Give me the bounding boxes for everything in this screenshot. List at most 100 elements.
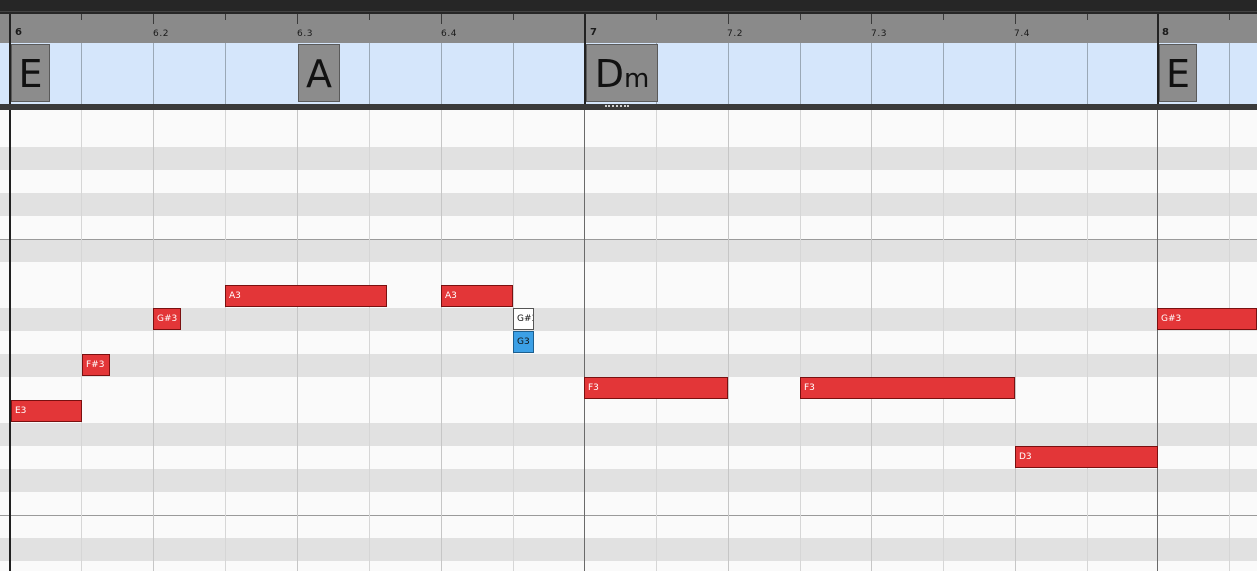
chord-grid-line: [728, 43, 729, 104]
ruler-label-bar-6: 6: [15, 27, 23, 38]
ruler-tick: [369, 14, 370, 20]
pitch-lane-f#3: [0, 354, 1257, 377]
pitch-lane-g3-region: [0, 331, 1257, 354]
midi-note[interactable]: F#3: [82, 354, 110, 376]
midi-note[interactable]: A3: [441, 285, 513, 307]
pitch-lane-d#3: [0, 423, 1257, 446]
ruler-label-bar-7: 7: [590, 27, 598, 38]
pitch-lane-a#2: [0, 538, 1257, 561]
grid-line: [800, 110, 801, 571]
grid-line: [728, 110, 729, 571]
ruler-bar-tick: [9, 14, 11, 43]
pitch-lane-g3: [0, 216, 1257, 239]
chord-grid-line: [153, 43, 154, 104]
midi-note-ghost[interactable]: G3: [513, 331, 534, 353]
chord-grid-line: [369, 43, 370, 104]
chord-grid-line: [1229, 43, 1230, 104]
chord-root: A: [306, 52, 332, 96]
piano-roll-grid[interactable]: E3 F#3 G#3 A3 A3 G#3 G3 F3 F3 D3 G#3: [0, 110, 1257, 571]
midi-note[interactable]: G#3: [153, 308, 181, 330]
chord-suffix: m: [623, 64, 650, 94]
ruler-tick: [1087, 14, 1088, 20]
chord-root: E: [1165, 52, 1190, 96]
chord-root: E: [18, 52, 43, 96]
pitch-lane-a2: [0, 561, 1257, 571]
bar-line: [1157, 110, 1158, 571]
ruler-bar-tick: [1157, 14, 1159, 43]
pitch-lane-g#3-region: [0, 308, 1257, 331]
chord-grid-line: [225, 43, 226, 104]
ruler-label-bar-8: 8: [1162, 27, 1170, 38]
ruler-tick: [441, 14, 442, 24]
bar-line: [584, 110, 585, 571]
octave-line: [0, 515, 1257, 516]
ruler-label: 7.2: [727, 29, 744, 39]
pitch-lane-b3: [0, 124, 1257, 147]
ruler-tick: [513, 14, 514, 20]
chord-event[interactable]: A: [298, 44, 340, 102]
pitch-lane-a#3: [0, 147, 1257, 170]
midi-note[interactable]: E3: [11, 400, 82, 422]
grid-line: [1015, 110, 1016, 571]
chord-grid-line: [800, 43, 801, 104]
midi-note[interactable]: A3: [225, 285, 387, 307]
ruler-tick: [656, 14, 657, 20]
pitch-lane-a3-region: [0, 285, 1257, 308]
chord-grid-line: [81, 43, 82, 104]
ruler-tick: [800, 14, 801, 20]
chord-grid-line: [1015, 43, 1016, 104]
chord-grid-line: [943, 43, 944, 104]
left-edge-line: [9, 110, 11, 571]
ruler-tick: [943, 14, 944, 20]
grid-line: [297, 110, 298, 571]
ruler-tick: [297, 14, 298, 24]
pitch-lane-c#3: [0, 469, 1257, 492]
ruler-tick: [728, 14, 729, 24]
pitch-lane-g#3: [0, 193, 1257, 216]
grid-line: [81, 110, 82, 571]
grid-line: [871, 110, 872, 571]
midi-note-selected[interactable]: G#3: [513, 308, 534, 330]
ruler-tick: [1229, 14, 1230, 20]
chord-grid-line: [1087, 43, 1088, 104]
ruler-label: 6.3: [297, 29, 314, 39]
top-toolbar-strip: [0, 0, 1257, 14]
midi-note[interactable]: F3: [800, 377, 1015, 399]
ruler-label: 6.4: [441, 29, 458, 39]
timeline-ruler[interactable]: 6 6.2 6.3 6.4 7 7.2 7.3 7.4 8: [0, 14, 1257, 43]
pitch-lane-b2: [0, 515, 1257, 538]
ruler-label: 7.4: [1014, 29, 1031, 39]
pitch-lane-e3: [0, 400, 1257, 423]
grid-line: [1087, 110, 1088, 571]
chord-root: D: [594, 52, 624, 96]
chord-grid-line: [871, 43, 872, 104]
midi-note[interactable]: F3: [584, 377, 728, 399]
ruler-bar-tick: [584, 14, 586, 43]
chord-event[interactable]: Dm: [586, 44, 658, 102]
grid-line: [153, 110, 154, 571]
octave-line: [0, 239, 1257, 240]
grid-line: [441, 110, 442, 571]
pitch-lane-f#3-upper: [0, 239, 1257, 262]
ruler-label: 7.3: [871, 29, 888, 39]
midi-note[interactable]: G#3: [1157, 308, 1257, 330]
pitch-lane-a3: [0, 170, 1257, 193]
ruler-tick: [1015, 14, 1016, 24]
pitch-lane-c3: [0, 492, 1257, 515]
ruler-tick: [81, 14, 82, 20]
ruler-tick: [871, 14, 872, 24]
ruler-tick: [225, 14, 226, 20]
chord-event[interactable]: E: [11, 44, 50, 102]
grid-line: [369, 110, 370, 571]
grid-line: [225, 110, 226, 571]
chord-event[interactable]: E: [1159, 44, 1197, 102]
grid-line: [943, 110, 944, 571]
chord-track[interactable]: E A Dm E: [0, 43, 1257, 104]
pitch-lane-f3-upper: [0, 262, 1257, 285]
chord-grid-line: [513, 43, 514, 104]
grid-line: [656, 110, 657, 571]
ruler-label: 6.2: [153, 29, 170, 39]
midi-note[interactable]: D3: [1015, 446, 1158, 468]
grid-line: [1229, 110, 1230, 571]
chord-grid-line: [441, 43, 442, 104]
